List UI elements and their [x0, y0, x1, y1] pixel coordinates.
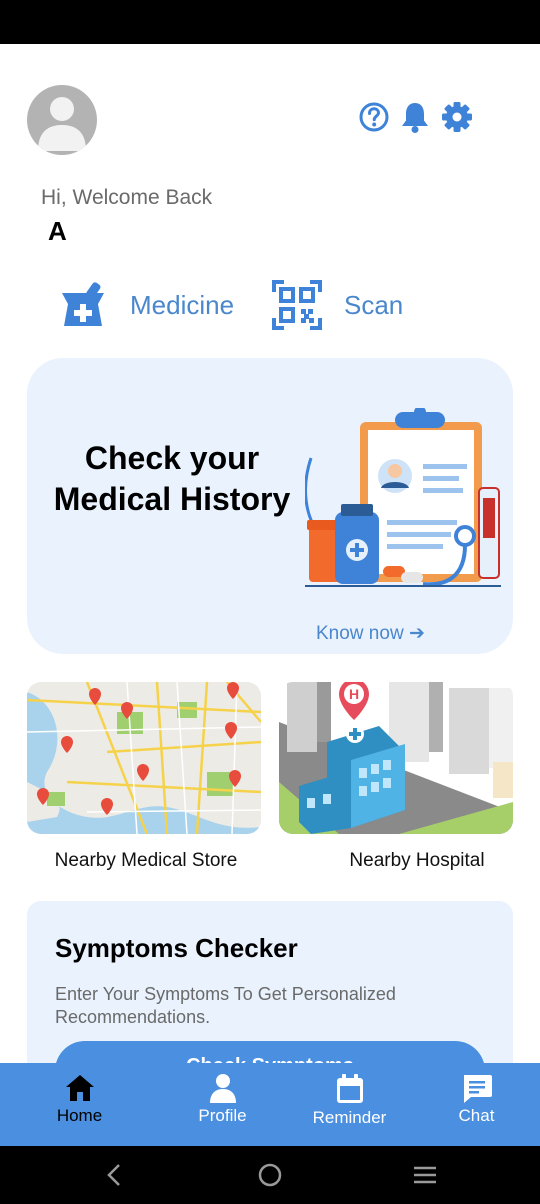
- calendar-icon: [336, 1074, 363, 1103]
- nearby-medical-store-label: Nearby Medical Store: [54, 850, 238, 871]
- clipboard-illustration: [305, 408, 501, 587]
- bottom-navigation: Home Profile Reminder Chat: [0, 1063, 540, 1146]
- nav-profile[interactable]: Profile: [159, 1063, 286, 1146]
- scan-label: Scan: [344, 289, 404, 320]
- home-icon: [65, 1075, 94, 1101]
- back-icon[interactable]: [100, 1160, 130, 1190]
- medical-history-title-line2: Medical History: [53, 481, 291, 517]
- greeting-text: Hi, Welcome Back: [41, 186, 213, 209]
- medicine-button[interactable]: Medicine: [58, 276, 234, 334]
- nav-profile-label: Profile: [198, 1106, 247, 1125]
- medical-history-title-line1: Check your: [84, 440, 260, 476]
- home-screen: Hi, Welcome Back A Medicine Scan Check y…: [0, 0, 540, 1204]
- nearby-medical-store-card[interactable]: [27, 682, 261, 834]
- svg-text:H: H: [349, 686, 359, 702]
- city-map-illustration: [27, 682, 261, 834]
- medical-history-title: Check your Medical History: [37, 438, 307, 520]
- medicine-label: Medicine: [130, 289, 235, 320]
- symptoms-checker-card: Symptoms Checker Enter Your Symptoms To …: [27, 901, 513, 1081]
- avatar[interactable]: [27, 85, 97, 155]
- nav-chat-label: Chat: [458, 1106, 495, 1125]
- hospital-illustration: H: [279, 682, 513, 834]
- person-icon: [38, 97, 86, 151]
- person-icon: [209, 1074, 236, 1103]
- home-circle-icon[interactable]: [255, 1160, 285, 1190]
- username: A: [48, 216, 67, 246]
- symptoms-checker-description: Enter Your Symptoms To Get Personalized …: [55, 984, 396, 1027]
- system-navigation-bar: [0, 1146, 540, 1204]
- medical-history-card[interactable]: Check your Medical History Know now ➔: [27, 358, 513, 654]
- nearby-hospital-label: Nearby Hospital: [349, 850, 485, 871]
- help-circle-icon[interactable]: [357, 100, 391, 134]
- bell-icon[interactable]: [398, 100, 432, 134]
- chat-icon: [463, 1075, 492, 1103]
- nearby-hospital-card[interactable]: H: [279, 682, 513, 834]
- status-bar: [0, 0, 540, 44]
- medicine-icon: [62, 282, 104, 326]
- recent-apps-icon[interactable]: [410, 1160, 440, 1190]
- scan-button[interactable]: Scan: [272, 276, 403, 334]
- nav-chat[interactable]: Chat: [413, 1063, 540, 1146]
- symptoms-checker-title: Symptoms Checker: [55, 933, 298, 963]
- nav-home-label: Home: [56, 1106, 103, 1125]
- nav-home[interactable]: Home: [0, 1063, 159, 1146]
- qr-scan-icon: [272, 280, 322, 330]
- know-now-link[interactable]: Know now ➔: [316, 622, 425, 645]
- nav-reminder-label: Reminder: [312, 1108, 387, 1127]
- gear-icon[interactable]: [440, 100, 474, 134]
- nav-reminder[interactable]: Reminder: [286, 1063, 413, 1146]
